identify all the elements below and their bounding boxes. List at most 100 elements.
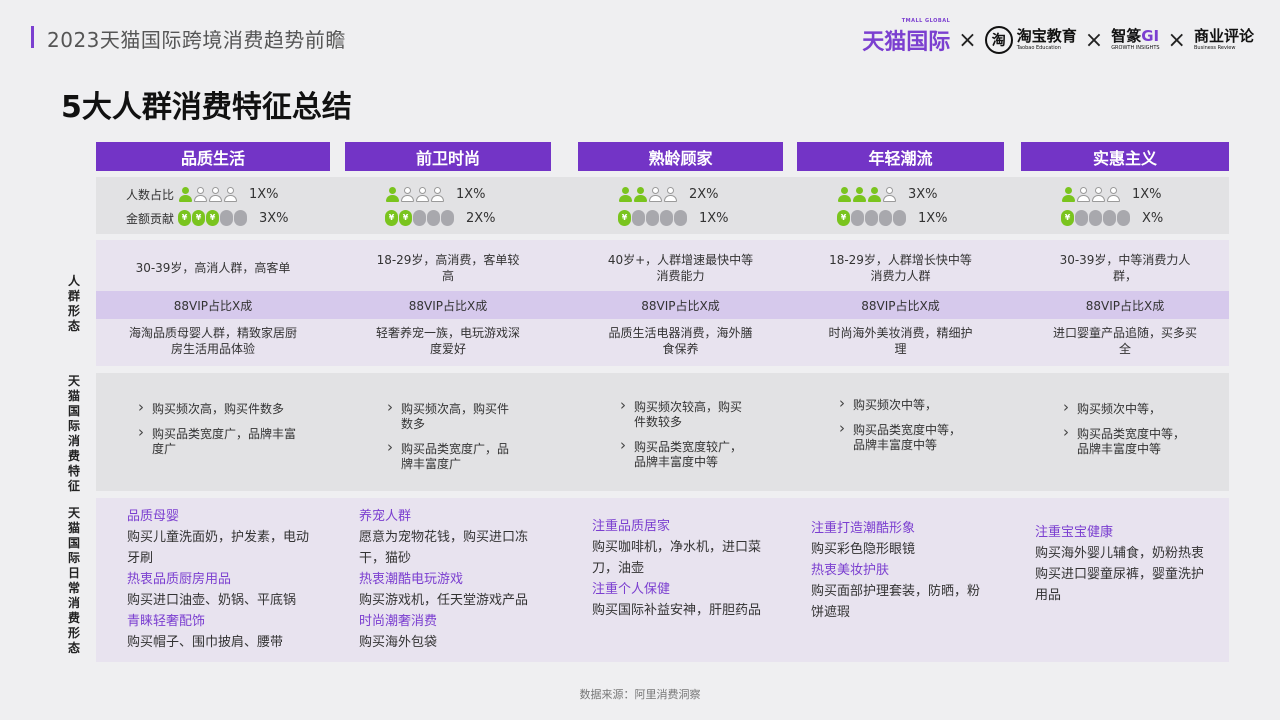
amount-ratio-label: 金额贡献 bbox=[126, 211, 175, 226]
zhimeng-logo-text: 智篆 bbox=[1111, 27, 1142, 45]
coin-icon: ¥ bbox=[441, 210, 454, 226]
coin-icon: ¥ bbox=[178, 210, 191, 226]
daily-heading: 热衷潮酷电玩游戏 bbox=[359, 572, 464, 587]
top-bar: 2023天猫国际跨境消费趋势前瞻 天猫国际 TMALL GLOBAL × 淘 淘… bbox=[0, 0, 1280, 75]
people-ratio-value: 2X% bbox=[689, 186, 719, 202]
person-icon bbox=[208, 186, 222, 202]
feature-item: 购买品类宽度广，品牌丰富度广 bbox=[134, 425, 296, 457]
coin-icons: ¥ ¥ ¥ ¥ ¥ bbox=[385, 210, 454, 226]
feature-list: 购买频次中等， 购买品类宽度中等，品牌丰富度中等 bbox=[835, 396, 970, 463]
coin-icon: ¥ bbox=[206, 210, 219, 226]
side-label-tmall-intl: 天猫国际消费特征 bbox=[67, 374, 80, 493]
tmall-global-logo: 天猫国际 TMALL GLOBAL bbox=[862, 18, 951, 56]
coin-icon: ¥ bbox=[220, 210, 233, 226]
partner-logos: 天猫国际 TMALL GLOBAL × 淘 淘宝教育 Taobao Educat… bbox=[862, 18, 1254, 58]
coin-icon: ¥ bbox=[413, 210, 426, 226]
amount-ratio-value: 2X% bbox=[466, 210, 496, 226]
daily-text: 购买帽子、围巾披肩、腰带 bbox=[127, 635, 284, 650]
zhimeng-logo-en: GROWTH INSIGHTS bbox=[1111, 45, 1160, 51]
side-label-group-form: 人群形态 bbox=[67, 274, 80, 333]
person-icon bbox=[430, 186, 444, 202]
taobao-education-logo: 淘 淘宝教育 Taobao Education bbox=[984, 26, 1077, 54]
people-ratio-value: 3X% bbox=[908, 186, 938, 202]
tmall-logo-sub: TMALL GLOBAL bbox=[901, 18, 951, 24]
people-ratio-label: 人数占比 bbox=[126, 187, 175, 202]
vip-ratio: 88VIP占比X成 bbox=[861, 298, 940, 313]
coin-icon: ¥ bbox=[632, 210, 645, 226]
coin-icon: ¥ bbox=[385, 210, 398, 226]
coin-icon: ¥ bbox=[837, 210, 850, 226]
stat-cell: 人数占比 1X% 金额贡献 ¥ ¥ ¥ ¥ ¥3X% bbox=[126, 177, 330, 234]
daily-list: 注重打造潮酷形象 购买彩色隐形眼镜 热衷美妆护肤 购买面部护理套装，防晒，粉饼遮瑕 bbox=[811, 518, 988, 623]
accent-bar bbox=[31, 26, 34, 48]
group-description: 进口婴童产品追随，买多买全 bbox=[1052, 326, 1197, 356]
coin-icon: ¥ bbox=[1117, 210, 1130, 226]
person-icon bbox=[223, 186, 237, 202]
stat-cell: 2X% ¥ ¥ ¥ ¥ ¥1X% bbox=[618, 177, 783, 234]
feature-item: 购买频次高，购买件数多 bbox=[134, 400, 296, 417]
feature-item: 购买频次中等， bbox=[835, 396, 970, 413]
coin-icon: ¥ bbox=[618, 210, 631, 226]
person-icon bbox=[867, 186, 881, 202]
people-ratio-value: 1X% bbox=[1132, 186, 1162, 202]
daily-heading: 热衷品质厨房用品 bbox=[127, 572, 232, 587]
coin-icon: ¥ bbox=[879, 210, 892, 226]
amount-ratio-row: 金额贡献 ¥ ¥ ¥ ¥ ¥3X% bbox=[126, 208, 289, 228]
coin-icon: ¥ bbox=[1061, 210, 1074, 226]
person-icon bbox=[648, 186, 662, 202]
column-header: 实惠主义 bbox=[1021, 142, 1229, 171]
stat-cell: 1X% ¥ ¥ ¥ ¥ ¥ X% bbox=[1061, 177, 1229, 234]
coin-icon: ¥ bbox=[427, 210, 440, 226]
vip-ratio: 88VIP占比X成 bbox=[173, 298, 253, 313]
person-icon bbox=[633, 186, 647, 202]
feature-list: 购买频次高，购买件数多购买品类宽度广，品牌丰富度广 bbox=[383, 400, 517, 482]
people-icons bbox=[618, 186, 677, 202]
people-icons bbox=[385, 186, 444, 202]
profile-text: 40岁+，人群增速最快中等消费能力 bbox=[607, 253, 754, 283]
person-icon bbox=[837, 186, 851, 202]
person-icon bbox=[1076, 186, 1090, 202]
person-icon bbox=[882, 186, 896, 202]
coin-icon: ¥ bbox=[192, 210, 205, 226]
daily-list: 注重品质居家 购买咖啡机，净水机，进口菜刀，油壶 注重个人保健 购买国际补益安神，肝胆… bbox=[592, 516, 767, 621]
daily-text: 愿意为宠物花钱，购买进口冻干，猫砂 bbox=[359, 530, 529, 566]
business-review-logo: 商业评论 Business Review bbox=[1194, 29, 1254, 51]
taobao-logo-en: Taobao Education bbox=[1016, 45, 1061, 51]
coin-icon: ¥ bbox=[234, 210, 247, 226]
data-source: 数据来源：阿里消费洞察 bbox=[579, 688, 701, 701]
daily-text: 购买咖啡机，净水机，进口菜刀，油壶 bbox=[592, 540, 762, 576]
daily-text: 购买游戏机，任天堂游戏产品 bbox=[359, 593, 529, 608]
profile-text: 30-39岁，中等消费力人群， bbox=[1059, 253, 1191, 283]
feature-item: 购买品类宽度中等，品牌丰富度中等 bbox=[1059, 425, 1195, 457]
daily-text: 购买进口油壶、奶锅、平底锅 bbox=[127, 593, 297, 608]
person-icon bbox=[618, 186, 632, 202]
daily-list: 品质母婴 购买儿童洗面奶，护发素，电动牙刷 热衷品质厨房用品 购买进口油壶、奶锅、平底… bbox=[127, 506, 311, 653]
person-icon bbox=[1091, 186, 1105, 202]
coin-icon: ¥ bbox=[893, 210, 906, 226]
profile-text: 18-29岁，高消费，客单较高 bbox=[376, 253, 520, 283]
coin-icon: ¥ bbox=[851, 210, 864, 226]
group-description: 时尚海外美妆消费，精细护理 bbox=[828, 326, 973, 356]
column-header: 品质生活 bbox=[96, 142, 330, 171]
group-description: 海淘品质母婴人群，精致家居厨房生活用品体验 bbox=[128, 326, 297, 356]
tmall-logo-text: 天猫国际 bbox=[862, 30, 951, 55]
amount-ratio-value: 1X% bbox=[699, 210, 729, 226]
coin-icons: ¥ ¥ ¥ ¥ ¥ bbox=[178, 210, 247, 226]
report-title: 2023天猫国际跨境消费趋势前瞻 bbox=[47, 28, 346, 52]
vip-ratio: 88VIP占比X成 bbox=[1085, 298, 1165, 313]
column-header: 前卫时尚 bbox=[345, 142, 551, 171]
amount-ratio-value: 3X% bbox=[259, 210, 289, 226]
group-description: 轻奢养宠一族，电玩游戏深度爱好 bbox=[375, 326, 520, 356]
person-icon bbox=[193, 186, 207, 202]
daily-text: 购买儿童洗面奶，护发素，电动牙刷 bbox=[127, 530, 310, 566]
daily-heading: 青睐轻奢配饰 bbox=[127, 614, 206, 629]
daily-list: 注重宝宝健康 购买海外婴儿辅食，奶粉热衷购买进口婴童尿裤，婴童洗护用品 bbox=[1035, 522, 1213, 606]
profile-text: 18-29岁，人群增长快中等消费力人群 bbox=[829, 253, 972, 283]
coin-icons: ¥ ¥ ¥ ¥ ¥ bbox=[837, 210, 906, 226]
coin-icons: ¥ ¥ ¥ ¥ ¥ bbox=[1061, 210, 1130, 226]
people-ratio-row: 人数占比 1X% bbox=[126, 184, 279, 204]
feature-item: 购买频次较高，购买件数较多 bbox=[616, 398, 749, 430]
daily-heading: 时尚潮奢消费 bbox=[359, 614, 438, 629]
coin-icon: ¥ bbox=[1089, 210, 1102, 226]
daily-text: 购买海外包袋 bbox=[359, 635, 438, 650]
